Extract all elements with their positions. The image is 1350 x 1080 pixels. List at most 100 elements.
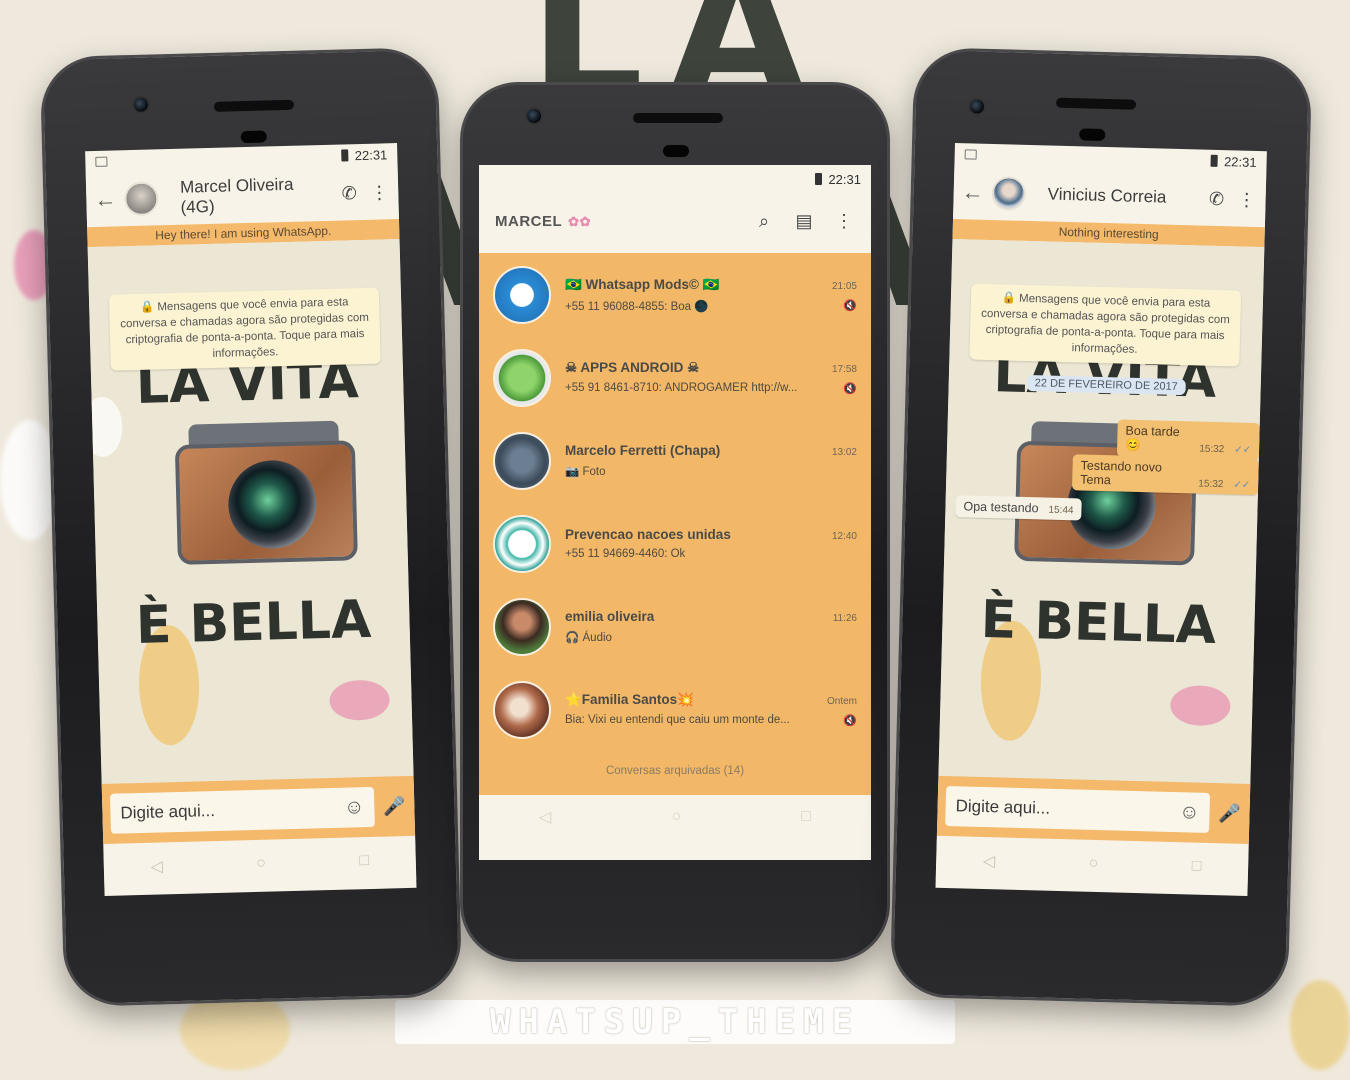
yellow-splash bbox=[1290, 980, 1350, 1070]
avatar bbox=[493, 431, 551, 490]
chat-list-item[interactable]: 🇧🇷 Whatsapp Mods© 🇧🇷 21:05 +55 11 96088-4… bbox=[479, 253, 871, 336]
avatar bbox=[493, 348, 551, 407]
earpiece bbox=[213, 99, 295, 112]
avatar[interactable] bbox=[991, 176, 1027, 211]
message-bubble[interactable]: Boa tarde 😊 15:32 ✓✓ bbox=[1116, 419, 1260, 461]
message-text: Boa tarde 😊 bbox=[1124, 423, 1180, 453]
chat-list-item[interactable]: Marcelo Ferretti (Chapa) 13:02 📷 Foto bbox=[479, 419, 871, 502]
chat-wallpaper: LA VITA È BELLA 🔒 Mensagens que você env… bbox=[937, 239, 1265, 824]
sensor bbox=[663, 145, 689, 157]
microphone-icon[interactable]: 🎤 bbox=[1217, 803, 1242, 825]
microphone-icon[interactable]: 🎤 bbox=[382, 796, 407, 818]
earpiece bbox=[1055, 97, 1137, 110]
paint-splat bbox=[329, 679, 391, 721]
chat-screen: 22:31 ← Marcel Oliveira (4G) ✆ ⋮ Hey the… bbox=[85, 143, 417, 896]
back-arrow-icon[interactable]: ← bbox=[94, 186, 117, 213]
message-time: 15:32 bbox=[1199, 443, 1225, 456]
chat-preview: 🎧 Áudio bbox=[565, 632, 612, 644]
back-nav-icon[interactable]: ◁ bbox=[539, 807, 551, 827]
image-icon bbox=[95, 156, 108, 167]
encryption-notice[interactable]: 🔒 Mensagens que você envia para esta con… bbox=[969, 283, 1242, 367]
input-placeholder: Digite aqui... bbox=[955, 796, 1051, 818]
chat-header: ← Marcel Oliveira (4G) ✆ ⋮ bbox=[85, 165, 399, 228]
encryption-text: Mensagens que você envia para esta conve… bbox=[981, 292, 1230, 356]
android-nav-bar: ◁ ○ □ bbox=[935, 839, 1249, 888]
chat-list-item[interactable]: Prevencao nacoes unidas 12:40 +55 11 9466… bbox=[479, 502, 871, 585]
more-options-icon[interactable]: ⋮ bbox=[368, 182, 391, 204]
message-input[interactable]: Digite aqui... ☺ bbox=[945, 786, 1211, 833]
wallpaper-text-bottom: È BELLA bbox=[135, 589, 372, 657]
chat-name: ☠ APPS ANDROID ☠ bbox=[565, 360, 700, 375]
chat-list-item[interactable]: emilia oliveira 11:26 🎧 Áudio bbox=[479, 585, 871, 668]
avatar[interactable] bbox=[123, 181, 159, 217]
chat-name: emilia oliveira bbox=[565, 609, 655, 624]
chat-preview: +55 91 8461-8710: ANDROGAMER http://w... bbox=[565, 382, 798, 394]
status-time: 22:31 bbox=[828, 171, 861, 187]
battery-icon bbox=[815, 173, 823, 185]
status-time: 22:31 bbox=[354, 146, 388, 163]
status-time: 22:31 bbox=[1223, 153, 1257, 170]
lock-icon: 🔒 bbox=[1001, 292, 1020, 305]
chat-time: 17:58 bbox=[831, 364, 857, 375]
input-placeholder: Digite aqui... bbox=[120, 801, 216, 823]
chat-preview: 📷 Foto bbox=[565, 466, 606, 478]
chat-name: Marcelo Ferretti (Chapa) bbox=[565, 443, 721, 458]
search-icon[interactable]: ⌕ bbox=[753, 211, 775, 232]
chat-name: Prevencao nacoes unidas bbox=[565, 527, 731, 542]
chat-preview: Bia: Vixi eu entendi que caiu um monte d… bbox=[565, 714, 790, 726]
chat-time: 12:40 bbox=[831, 531, 857, 542]
new-chat-icon[interactable]: ▤ bbox=[793, 211, 815, 232]
earpiece bbox=[633, 113, 723, 123]
lock-icon: 🔒 bbox=[139, 301, 158, 314]
phone-call-icon[interactable]: ✆ bbox=[338, 183, 361, 205]
wallpaper-camera bbox=[174, 410, 358, 565]
front-camera bbox=[525, 107, 543, 125]
chat-list-item[interactable]: ⭐Familia Santos💥 Ontem Bia: Vixi eu enten… bbox=[479, 668, 871, 751]
android-nav-bar: ◁ ○ □ bbox=[479, 798, 871, 836]
emoji-icon[interactable]: ☺ bbox=[344, 796, 365, 820]
app-header: MARCEL ✿✿ ⌕ ▤ ⋮ bbox=[479, 193, 871, 249]
chat-time: 11:26 bbox=[832, 613, 857, 624]
encryption-notice[interactable]: 🔒 Mensagens que você envia para esta con… bbox=[108, 287, 381, 371]
emoji-icon[interactable]: ☺ bbox=[1179, 801, 1200, 825]
avatar bbox=[493, 265, 551, 324]
archived-chats-link[interactable]: Conversas arquivadas (14) bbox=[479, 765, 871, 777]
recents-nav-icon[interactable]: □ bbox=[1191, 857, 1202, 875]
back-nav-icon[interactable]: ◁ bbox=[983, 851, 996, 871]
phone-call-icon[interactable]: ✆ bbox=[1205, 188, 1228, 210]
sensor bbox=[240, 130, 267, 144]
sensor bbox=[1079, 128, 1106, 141]
front-camera bbox=[967, 97, 987, 116]
message-bubble[interactable]: Testando novo Tema 15:32 ✓✓ bbox=[1071, 454, 1259, 496]
wallpaper-text-bottom: È BELLA bbox=[980, 589, 1217, 657]
android-nav-bar: ◁ ○ □ bbox=[103, 839, 417, 888]
contact-name[interactable]: Vinicius Correia bbox=[1033, 184, 1197, 208]
front-camera bbox=[131, 95, 151, 114]
read-receipt-icon: ✓✓ bbox=[1233, 479, 1251, 491]
left-phone: 22:31 ← Marcel Oliveira (4G) ✆ ⋮ Hey the… bbox=[39, 46, 463, 1008]
message-input[interactable]: Digite aqui... ☺ bbox=[109, 786, 375, 834]
encryption-text: Mensagens que você envia para esta conve… bbox=[120, 296, 370, 360]
more-options-icon[interactable]: ⋮ bbox=[833, 211, 855, 232]
back-arrow-icon[interactable]: ← bbox=[961, 179, 984, 206]
status-bar: 22:31 bbox=[479, 165, 871, 193]
chat-list-item[interactable]: ☠ APPS ANDROID ☠ 17:58 +55 91 8461-8710: … bbox=[479, 336, 871, 419]
chat-time: 21:05 bbox=[831, 280, 857, 292]
home-nav-icon[interactable]: ○ bbox=[671, 808, 681, 826]
read-receipt-icon: ✓✓ bbox=[1234, 444, 1252, 456]
chat-preview: +55 11 94669-4460: Ok bbox=[565, 548, 686, 560]
message-bubble[interactable]: Opa testando 15:44 bbox=[955, 495, 1082, 521]
recents-nav-icon[interactable]: □ bbox=[801, 808, 811, 826]
home-nav-icon[interactable]: ○ bbox=[1088, 855, 1098, 873]
chat-screen: 22:31 ← Vinicius Correia ✆ ⋮ Nothing int… bbox=[935, 143, 1267, 896]
app-title-text: MARCEL bbox=[495, 212, 563, 230]
watermark: WHATSUP_THEME bbox=[395, 1000, 955, 1044]
contact-name[interactable]: Marcel Oliveira (4G) bbox=[166, 174, 331, 218]
more-options-icon[interactable]: ⋮ bbox=[1235, 189, 1258, 211]
battery-icon bbox=[341, 149, 349, 162]
home-nav-icon[interactable]: ○ bbox=[256, 855, 266, 873]
recents-nav-icon[interactable]: □ bbox=[359, 852, 369, 870]
image-icon bbox=[964, 149, 977, 160]
mute-icon: 🔇 bbox=[843, 383, 857, 395]
back-nav-icon[interactable]: ◁ bbox=[150, 856, 163, 876]
